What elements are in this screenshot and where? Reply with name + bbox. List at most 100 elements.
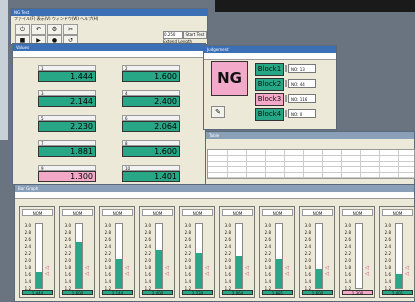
gauge-track [195,223,203,289]
lower-limit-marker: ◁ [365,271,369,277]
scale-tick-label: 2.8 [344,230,351,235]
gauge-track [155,223,163,289]
scale-tick-label: 2.6 [264,237,271,242]
scale-tick-label: 1.8 [24,265,31,270]
scale-tick-label: 2.8 [64,230,71,235]
scale-tick-label: 1.4 [184,279,191,284]
left-edge-panel [0,0,8,140]
gauge-header[interactable]: NOM [302,209,333,216]
tile-value: 1.300 [38,171,96,182]
gauge-header[interactable]: NOM [182,209,213,216]
block-button[interactable]: Block1 [255,63,284,76]
value-tile: 10 1.401 [122,165,180,182]
scale-tick-label: 1.8 [304,265,311,270]
gauge-fill [316,269,322,288]
scale-tick-label: 2.4 [24,244,31,249]
scale-tick-label: 1.6 [344,272,351,277]
scale-tick-label: 3.0 [24,223,31,228]
scale-tick-label: 2.0 [184,258,191,263]
block-field[interactable]: NO: 0 [288,109,316,118]
gauge-fill [276,259,282,288]
scale-tick-label: 2.8 [104,230,111,235]
scale-tick-label: 3.0 [184,223,191,228]
scale-tick-label: 1.4 [264,279,271,284]
arrow-left-button[interactable]: ↶ [31,24,46,35]
tile-value: 1.444 [38,71,96,82]
lower-limit-marker: ◁ [245,271,249,277]
tile-value: 1.600 [122,146,180,157]
gauges-window-title: Bar Graph [18,186,39,191]
block-field[interactable]: NO: 116 [288,94,316,103]
scale-tick-label: 1.4 [104,279,111,284]
gauge-scale: 3.0 2.8 2.6 2.4 2.2 2.0 1.8 1.6 1.4 1.2 [142,222,151,292]
gauge-header[interactable]: NOM [222,209,253,216]
scale-tick-label: 2.2 [264,251,271,256]
table-column-line [398,150,399,178]
gauge-panel: NOM 3.0 2.8 2.6 2.4 2.2 2.0 1.8 1.6 1.4 1.2 ◁ ◁ 2.400 [139,206,175,298]
edit-icon[interactable]: ✎ [211,106,225,118]
gauge-scale: 3.0 2.8 2.6 2.4 2.2 2.0 1.8 1.6 1.4 1.2 [342,222,351,292]
gauge-header[interactable]: NOM [262,209,293,216]
scale-tick-label: 1.6 [64,272,71,277]
block-indicator [285,110,287,117]
scale-tick-label: 2.4 [64,244,71,249]
scale-tick-label: 2.4 [304,244,311,249]
gauge-header[interactable]: NOM [142,209,173,216]
block-button[interactable]: Block3 [255,93,284,106]
lower-limit-marker: ◁ [165,271,169,277]
block-field[interactable]: NO: 44 [288,79,316,88]
tile-value: 1.600 [122,71,180,82]
scale-tick-label: 2.2 [144,251,151,256]
ng-window-title: Judgement [207,47,229,52]
power-button[interactable]: ⏻ [15,24,30,35]
scale-tick-label: 2.2 [24,251,31,256]
gauge-scale: 3.0 2.8 2.6 2.4 2.2 2.0 1.8 1.6 1.4 1.2 [102,222,111,292]
block-button[interactable]: Block2 [255,78,284,91]
gauge-header[interactable]: NOM [382,209,413,216]
value-tile: 4 2.400 [122,90,180,107]
gauge-value: 1.600 [62,290,93,296]
block-field[interactable]: NO: 13 [288,64,316,73]
gauge-panel: NOM 3.0 2.8 2.6 2.4 2.2 2.0 1.8 1.6 1.4 1.2 ◁ ◁ 1.600 [59,206,95,298]
scale-tick-label: 2.0 [264,258,271,263]
toolbar-window-title: NG Test [14,10,30,15]
gauge-panel: NOM 3.0 2.8 2.6 2.4 2.2 2.0 1.8 1.6 1.4 1.2 ◁ ◁ 1.444 [19,206,55,298]
gauge-track [235,223,243,289]
gauge-header[interactable]: NOM [102,209,133,216]
scale-tick-label: 2.8 [224,230,231,235]
scale-tick-label: 1.6 [184,272,191,277]
table-column-line [360,150,361,178]
scale-tick-label: 2.2 [304,251,311,256]
scale-tick-label: 2.0 [384,258,391,263]
gauge-panel: NOM 3.0 2.8 2.6 2.4 2.2 2.0 1.8 1.6 1.4 1.2 ◁ ◁ 2.064 [219,206,255,298]
scale-tick-label: 1.8 [64,265,71,270]
gauge-track [115,223,123,289]
scale-tick-label: 1.4 [384,279,391,284]
gauge-scale: 3.0 2.8 2.6 2.4 2.2 2.0 1.8 1.6 1.4 1.2 [182,222,191,292]
menu-bar[interactable]: ファイル(F) 表示(V) ウィンドウ(W) ヘルプ(H) [11,16,207,22]
scale-tick-label: 2.6 [304,237,311,242]
scale-tick-label: 2.8 [304,230,311,235]
gauge-scale: 3.0 2.8 2.6 2.4 2.2 2.0 1.8 1.6 1.4 1.2 [302,222,311,292]
value-tile: 6 2.064 [122,115,180,132]
block-button[interactable]: Block4 [255,108,284,121]
crop-button[interactable]: ✂ [63,24,78,35]
table-row [208,172,414,178]
gauge-header[interactable]: NOM [342,209,373,216]
gauge-fill [156,250,162,288]
gauge-header[interactable]: NOM [62,209,93,216]
tile-value: 2.144 [38,96,96,107]
gauge-value: 2.144 [102,290,133,296]
gauge-header[interactable]: NOM [22,209,53,216]
scale-tick-label: 2.0 [304,258,311,263]
scale-tick-label: 2.6 [104,237,111,242]
lower-limit-marker: ◁ [205,271,209,277]
scale-tick-label: 3.0 [264,223,271,228]
gauge-value: 2.230 [182,290,213,296]
start-button[interactable]: Start Test [183,31,207,39]
scale-tick-label: 1.8 [184,265,191,270]
gauge-scale: 3.0 2.8 2.6 2.4 2.2 2.0 1.8 1.6 1.4 1.2 [262,222,271,292]
settings-button[interactable]: ⚙ [47,24,62,35]
value-box[interactable]: 0.250 [163,31,183,39]
scale-tick-label: 2.0 [104,258,111,263]
